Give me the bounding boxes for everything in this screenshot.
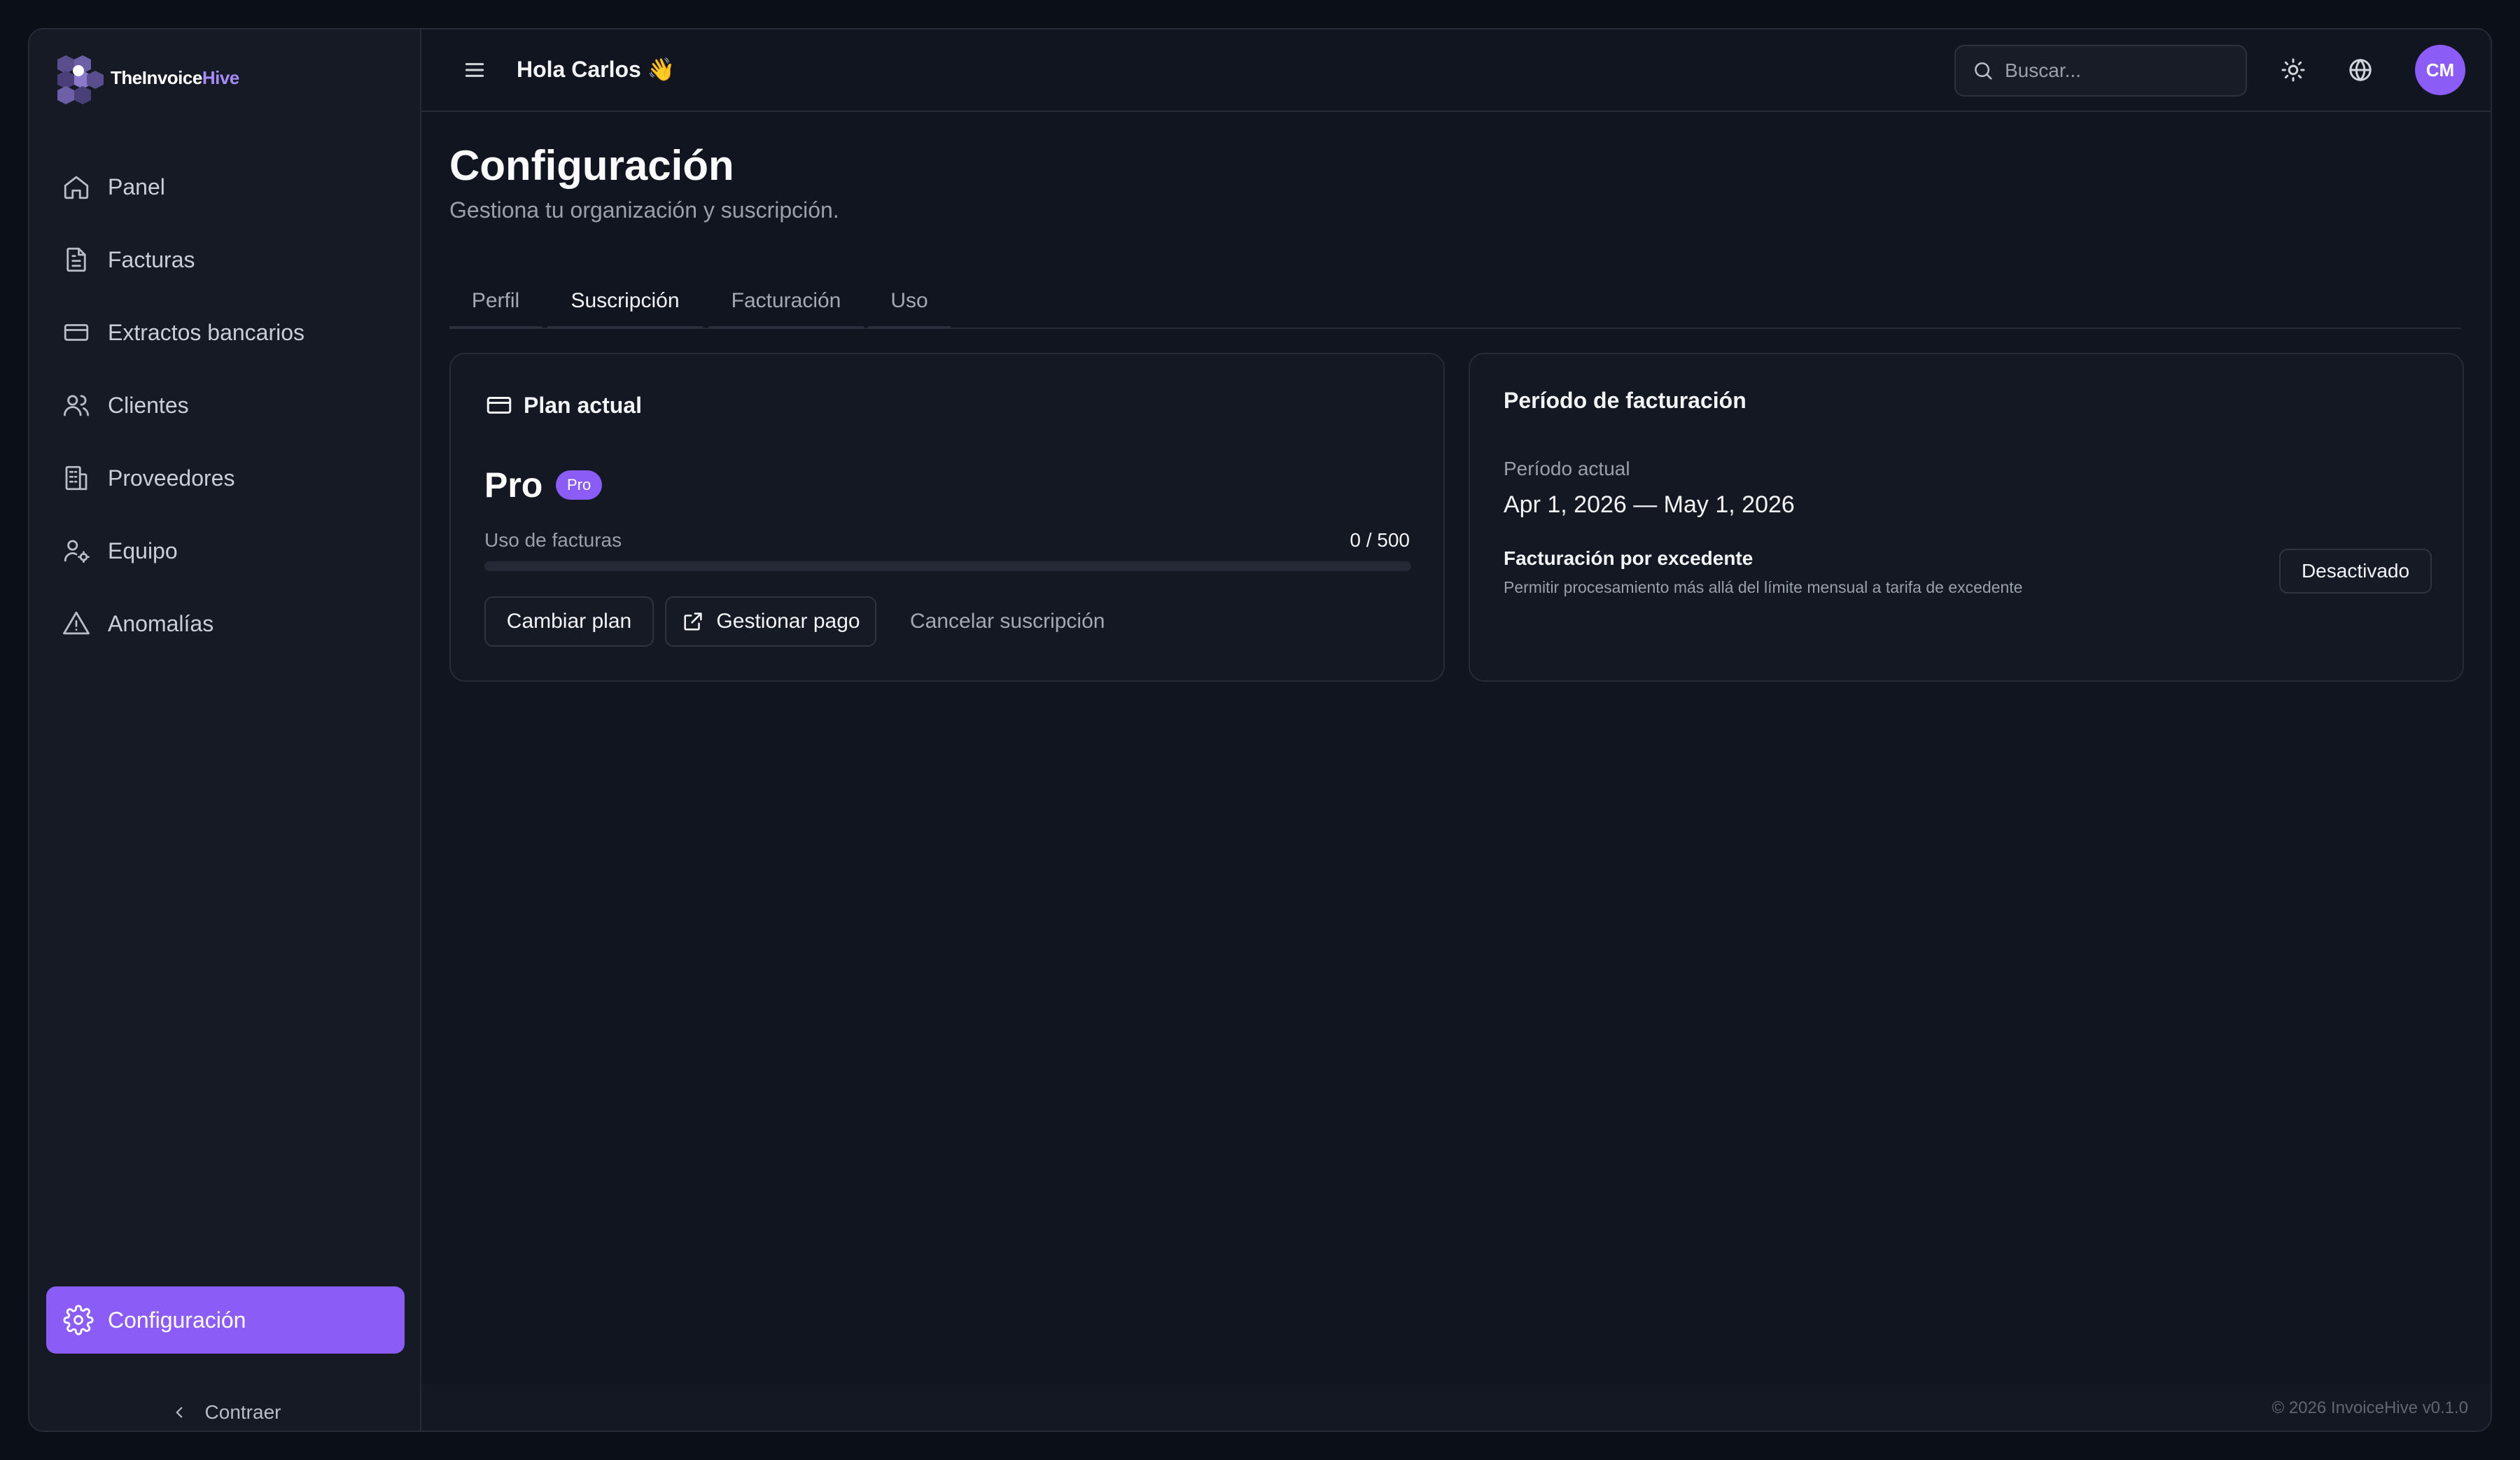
sidebar-item-equipo[interactable]: Equipo: [45, 519, 406, 582]
globe-icon[interactable]: [2346, 56, 2374, 84]
collapse-sidebar-button[interactable]: Contraer: [29, 1401, 421, 1424]
plan-badge: Pro: [556, 470, 603, 500]
hive-logo-icon: [57, 55, 104, 104]
sidebar-item-label: Equipo: [108, 538, 178, 563]
sidebar-item-label: Panel: [108, 174, 165, 199]
chevron-left-icon: [176, 1407, 182, 1418]
sidebar-item-label: Clientes: [108, 392, 189, 418]
home-icon: [62, 172, 91, 202]
top-bar: Hola Carlos 👋 Buscar... CM: [421, 29, 2491, 112]
external-link-icon: [684, 612, 703, 631]
billing-card-title: Período de facturación: [1504, 388, 1746, 413]
menu-icon[interactable]: [461, 56, 489, 84]
search-placeholder: Buscar...: [2005, 59, 2081, 81]
sidebar-item-configuracion[interactable]: Configuración: [46, 1286, 405, 1354]
search-icon: [1975, 62, 1992, 80]
change-plan-label: Cambiar plan: [506, 610, 632, 633]
sidebar-nav: Panel Facturas Extractos bancarios Clien…: [45, 155, 406, 665]
plan-card: Plan actual Pro Pro Uso de facturas 0 / …: [449, 353, 1445, 682]
sidebar-item-extractos[interactable]: Extractos bancarios: [45, 301, 406, 364]
tab-facturacion[interactable]: Facturación: [708, 276, 864, 329]
user-cog-icon: [62, 536, 91, 566]
page-title: Configuración: [449, 142, 734, 189]
footer-text: © 2026 InvoiceHive v0.1.0: [2272, 1398, 2468, 1417]
change-plan-button[interactable]: Cambiar plan: [484, 596, 654, 647]
plan-card-title: Plan actual: [524, 392, 642, 418]
file-text-icon: [62, 245, 91, 274]
usage-progress-bar: [484, 561, 1411, 571]
sidebar-item-facturas[interactable]: Facturas: [45, 228, 406, 291]
usage-value: 0 / 500: [1350, 529, 1410, 551]
sidebar-item-panel[interactable]: Panel: [45, 155, 406, 218]
building-icon: [62, 463, 91, 493]
sidebar: TheInvoiceHive Panel Facturas Extractos …: [29, 29, 421, 1431]
usage-label: Uso de facturas: [484, 529, 622, 551]
app-window: TheInvoiceHive Panel Facturas Extractos …: [28, 28, 2492, 1432]
footer: © 2026 InvoiceHive v0.1.0: [421, 1384, 2491, 1431]
logo-text: TheInvoiceHive: [111, 66, 239, 88]
overage-description: Permitir procesamiento más allá del lími…: [1504, 578, 2023, 596]
users-icon: [62, 391, 91, 420]
sidebar-item-label: Extractos bancarios: [108, 319, 305, 345]
sidebar-item-proveedores[interactable]: Proveedores: [45, 447, 406, 510]
plan-name: Pro: [484, 465, 543, 505]
current-period-value: Apr 1, 2026 — May 1, 2026: [1504, 491, 1795, 518]
overage-toggle-button[interactable]: Desactivado: [2279, 549, 2432, 594]
credit-card-icon: [62, 318, 91, 347]
cancel-subscription-button[interactable]: Cancelar suscripción: [910, 596, 1105, 647]
gear-icon: [63, 1305, 94, 1335]
page-subtitle: Gestiona tu organización y suscripción.: [449, 197, 839, 223]
plan-card-header: Plan actual: [484, 391, 642, 420]
search-input[interactable]: Buscar...: [1954, 45, 2247, 97]
settings-tabs: Perfil Suscripción Facturación Uso: [449, 276, 2461, 329]
sidebar-item-label: Anomalías: [108, 610, 214, 636]
tab-uso[interactable]: Uso: [868, 276, 951, 329]
alert-triangle-icon: [62, 609, 91, 638]
sidebar-item-label: Configuración: [108, 1307, 246, 1333]
greeting: Hola Carlos 👋: [517, 57, 676, 82]
main-content: Hola Carlos 👋 Buscar... CM Configuración…: [421, 29, 2491, 1431]
logo[interactable]: TheInvoiceHive: [50, 46, 239, 109]
sidebar-item-label: Facturas: [108, 246, 195, 272]
billing-period-card: Período de facturación Período actual Ap…: [1469, 353, 2464, 682]
manage-payment-label: Gestionar pago: [716, 610, 860, 633]
tab-suscripcion[interactable]: Suscripción: [547, 276, 703, 329]
current-period-label: Período actual: [1504, 458, 1630, 479]
sun-icon[interactable]: [2279, 56, 2307, 84]
sidebar-item-clientes[interactable]: Clientes: [45, 374, 406, 437]
overage-title: Facturación por excedente: [1504, 547, 1754, 569]
sidebar-item-anomalias[interactable]: Anomalías: [45, 592, 406, 655]
collapse-label: Contraer: [204, 1401, 281, 1423]
credit-card-icon: [486, 397, 512, 414]
tab-perfil[interactable]: Perfil: [449, 276, 542, 329]
avatar[interactable]: CM: [2415, 45, 2465, 95]
sidebar-item-label: Proveedores: [108, 465, 235, 491]
manage-payment-button[interactable]: Gestionar pago: [665, 596, 876, 647]
